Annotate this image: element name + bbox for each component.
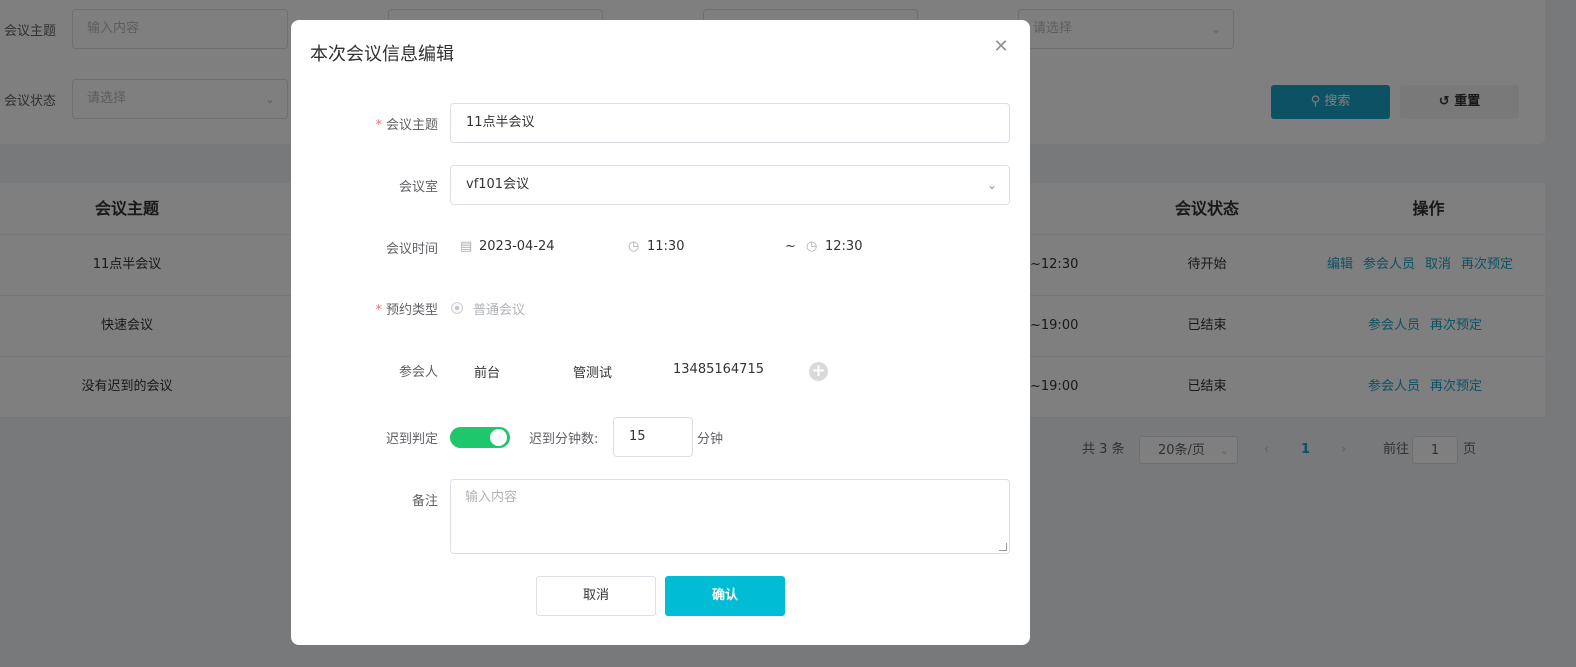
date-value[interactable]: 2023-04-24 xyxy=(479,238,555,256)
room-field-label: 会议室 xyxy=(398,180,438,195)
calendar-icon: ▤ xyxy=(460,239,473,254)
remark-label: 备注 xyxy=(411,494,438,509)
meeting-edit-dialog: 本次会议信息编辑 ✕ * 会议主题 11点半会议 会议室 vf101会议 ⌄ 会议… xyxy=(291,20,1030,645)
participant-tag: 管测试 xyxy=(573,366,613,381)
booking-type-option[interactable]: 普通会议 xyxy=(473,299,525,318)
participant-tag: 13485164715 xyxy=(673,362,764,377)
close-icon[interactable]: ✕ xyxy=(991,37,1011,57)
end-time-value[interactable]: 12:30 xyxy=(825,238,862,256)
late-check-label: 迟到判定 xyxy=(385,432,438,447)
confirm-button[interactable]: 确认 xyxy=(665,576,785,616)
required-asterisk: * xyxy=(375,118,382,133)
required-asterisk: * xyxy=(375,303,382,318)
remark-textarea[interactable]: 输入内容 xyxy=(450,479,1010,554)
booking-type-label: * 预约类型 xyxy=(375,299,438,318)
resize-handle-icon[interactable] xyxy=(999,543,1007,551)
booking-type-radio[interactable] xyxy=(451,302,463,314)
subject-label-text: 会议主题 xyxy=(385,118,438,133)
clock-icon: ◷ xyxy=(628,239,640,254)
participant-tag: 前台 xyxy=(474,366,501,381)
late-check-switch[interactable] xyxy=(450,427,510,448)
room-select-value: vf101会议 xyxy=(466,177,530,192)
late-minutes-input[interactable]: 15 xyxy=(613,417,693,457)
dialog-title: 本次会议信息编辑 xyxy=(310,44,454,65)
subject-input[interactable]: 11点半会议 xyxy=(450,103,1010,143)
clock-icon: ◷ xyxy=(806,239,818,254)
cancel-button[interactable]: 取消 xyxy=(536,576,656,616)
room-select[interactable]: vf101会议 ⌄ xyxy=(450,165,1010,205)
chevron-down-icon: ⌄ xyxy=(986,178,997,192)
add-participant-icon[interactable]: + xyxy=(809,362,828,381)
participants-label: 参会人 xyxy=(398,365,438,380)
subject-field-label: * 会议主题 xyxy=(375,114,438,133)
start-time-value[interactable]: 11:30 xyxy=(647,238,684,256)
late-minutes-label: 迟到分钟数: xyxy=(529,432,599,447)
late-minutes-unit: 分钟 xyxy=(697,432,724,447)
time-range-separator: ~ xyxy=(785,239,796,254)
time-field-label: 会议时间 xyxy=(385,242,438,257)
remark-placeholder: 输入内容 xyxy=(465,490,518,505)
booking-type-label-text: 预约类型 xyxy=(385,303,438,318)
